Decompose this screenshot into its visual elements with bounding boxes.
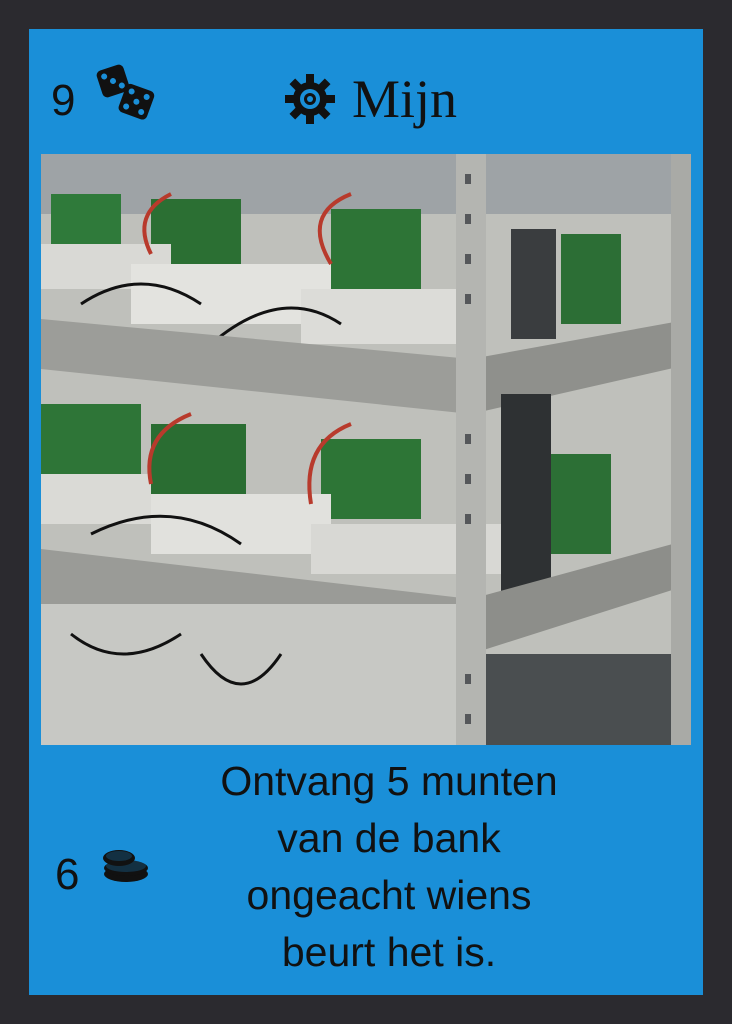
gear-icon <box>285 74 335 124</box>
description-line: beurt het is. <box>281 929 497 975</box>
dice-icon <box>96 64 155 120</box>
dice-roll-value: 9 <box>51 76 76 125</box>
game-card[interactable]: 9 Mijn 6 Ontvang 5 munten van de bank on… <box>29 29 703 995</box>
card-description: Ontvang 5 munten van de bank ongeacht wi… <box>174 753 604 981</box>
card-header: Mijn <box>284 69 457 129</box>
description-line: Ontvang 5 munten <box>220 758 558 804</box>
card-illustration <box>41 154 691 745</box>
coins-icon <box>103 850 148 882</box>
description-line: ongeacht wiens <box>246 872 532 918</box>
coin-reward-value: 6 <box>55 850 80 899</box>
description-line: van de bank <box>277 815 501 861</box>
card-title: Mijn <box>352 69 458 129</box>
